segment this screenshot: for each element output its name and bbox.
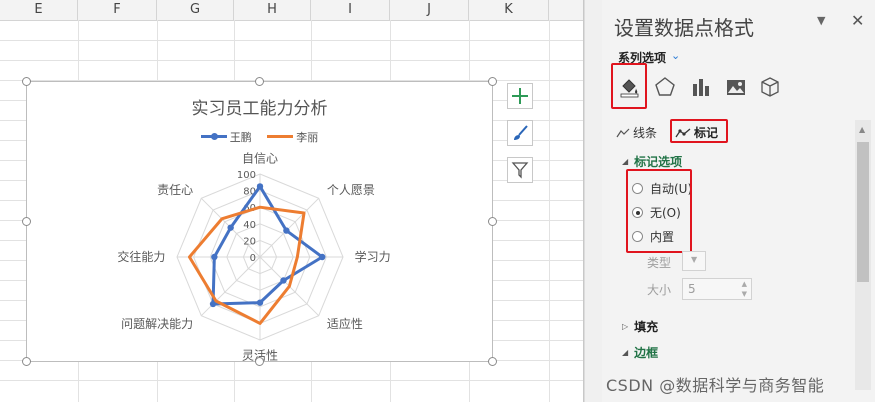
- resize-handle-left[interactable]: [22, 217, 31, 226]
- column-header-k[interactable]: K: [469, 0, 549, 20]
- highlight-box: [626, 169, 692, 253]
- radar-chart[interactable]: 实习员工能力分析 王鹏 李丽 0 20 40 60 80 100 自信心 个人愿景 学习力 适应性…: [26, 81, 493, 362]
- border-label: 边框: [634, 346, 659, 360]
- line-icon: [616, 128, 630, 137]
- radial-tick-label: 40: [243, 220, 256, 231]
- chart-elements-button[interactable]: [507, 83, 533, 109]
- size-label: 大小: [647, 283, 672, 297]
- pane-title: 设置数据点格式: [614, 16, 754, 40]
- type-dropdown[interactable]: ▼: [682, 251, 706, 271]
- grid-line: [0, 40, 584, 41]
- bar-chart-icon: [693, 79, 709, 96]
- data-point-marker: [227, 224, 234, 231]
- size-spinner[interactable]: 5 ▲ ▼: [682, 278, 752, 300]
- category-label: 个人愿景: [327, 183, 375, 197]
- collapse-triangle-icon: ◢: [622, 157, 629, 166]
- spinner-arrows-icon: ▲ ▼: [741, 280, 747, 298]
- format-data-point-pane: 设置数据点格式 ▼ ✕ 系列选项 ⌄ 线条 标记 ◢ 标记选项 自动(U) 无(…: [602, 0, 875, 402]
- resize-handle-top-left[interactable]: [22, 77, 31, 86]
- picture-icon: [727, 80, 745, 95]
- radial-tick-label: 0: [250, 253, 256, 264]
- highlight-box: [611, 63, 647, 109]
- scrollbar-thumb[interactable]: [857, 142, 869, 282]
- fill-label: 填充: [634, 320, 659, 334]
- pane-scrollbar[interactable]: ▲: [855, 120, 871, 390]
- resize-handle-bottom[interactable]: [255, 357, 264, 366]
- watermark-text: CSDN @数据科学与商务智能: [606, 376, 825, 395]
- series-line-wangpeng: [211, 184, 324, 306]
- data-point-marker: [256, 183, 264, 190]
- grid-line: [0, 380, 584, 381]
- grid-line: [549, 20, 550, 402]
- chart-filters-button[interactable]: [507, 157, 533, 183]
- collapse-triangle-icon: ◢: [622, 348, 629, 357]
- radial-tick-label: 20: [243, 236, 256, 247]
- category-label: 责任心: [157, 183, 193, 197]
- picture-tab[interactable]: [721, 72, 751, 102]
- filter-icon: [511, 162, 529, 179]
- column-header-e[interactable]: E: [0, 0, 78, 20]
- scroll-up-icon[interactable]: ▲: [859, 125, 865, 134]
- highlight-box: [670, 119, 728, 143]
- spreadsheet-grid[interactable]: E F G H I J K 实习员工能力分析 王鹏 李丽 0 20 40 60 …: [0, 0, 584, 402]
- plus-icon: [512, 88, 528, 104]
- data-point-marker: [256, 299, 264, 306]
- 3d-format-tab[interactable]: [755, 72, 785, 102]
- series-options-tab[interactable]: [686, 72, 716, 102]
- pane-divider[interactable]: [584, 0, 603, 402]
- resize-handle-top-right[interactable]: [488, 77, 497, 86]
- category-label: 适应性: [327, 316, 363, 331]
- category-label: 问题解决能力: [121, 317, 193, 331]
- resize-handle-bottom-right[interactable]: [488, 357, 497, 366]
- size-value: 5: [688, 282, 696, 296]
- effects-tab[interactable]: [650, 72, 680, 102]
- column-header-f[interactable]: F: [78, 0, 157, 20]
- data-point-marker: [319, 253, 326, 261]
- column-header-h[interactable]: H: [234, 0, 311, 20]
- data-point-marker: [211, 253, 218, 261]
- resize-handle-top[interactable]: [255, 77, 264, 86]
- resize-handle-right[interactable]: [488, 217, 497, 226]
- chart-styles-button[interactable]: [507, 120, 533, 146]
- radial-tick-label: 100: [237, 170, 256, 181]
- expand-triangle-icon: ▷: [622, 322, 629, 331]
- chevron-down-icon[interactable]: ⌄: [671, 49, 680, 62]
- data-point-marker: [283, 227, 290, 234]
- marker-options-header[interactable]: ◢ 标记选项: [622, 153, 682, 170]
- close-icon[interactable]: ✕: [851, 11, 864, 30]
- column-header-g[interactable]: G: [157, 0, 234, 20]
- data-point-marker: [280, 277, 287, 284]
- category-label: 学习力: [355, 249, 391, 264]
- column-header-bar: E F G H I J K: [0, 0, 584, 21]
- chevron-down-icon: ▼: [691, 255, 698, 264]
- pentagon-effects-icon: [655, 77, 675, 96]
- category-label: 自信心: [242, 151, 278, 165]
- column-header-j[interactable]: J: [390, 0, 469, 20]
- column-header-i[interactable]: I: [311, 0, 390, 20]
- tab-line[interactable]: 线条: [616, 124, 657, 141]
- fill-section-header[interactable]: ▷ 填充: [622, 318, 658, 335]
- type-label: 类型: [647, 256, 672, 270]
- radar-plot-area[interactable]: 020406080100自信心个人愿景学习力适应性灵活性问题解决能力交往能力责任…: [27, 82, 492, 361]
- marker-options-label: 标记选项: [634, 155, 683, 169]
- cube-icon: [761, 77, 779, 97]
- grid-line: [0, 60, 584, 61]
- tab-line-label: 线条: [633, 126, 658, 140]
- resize-handle-bottom-left[interactable]: [22, 357, 31, 366]
- pane-options-chevron-icon[interactable]: ▼: [817, 14, 825, 27]
- category-label: 交往能力: [117, 249, 165, 264]
- brush-icon: [514, 125, 528, 140]
- border-section-header[interactable]: ◢ 边框: [622, 344, 658, 361]
